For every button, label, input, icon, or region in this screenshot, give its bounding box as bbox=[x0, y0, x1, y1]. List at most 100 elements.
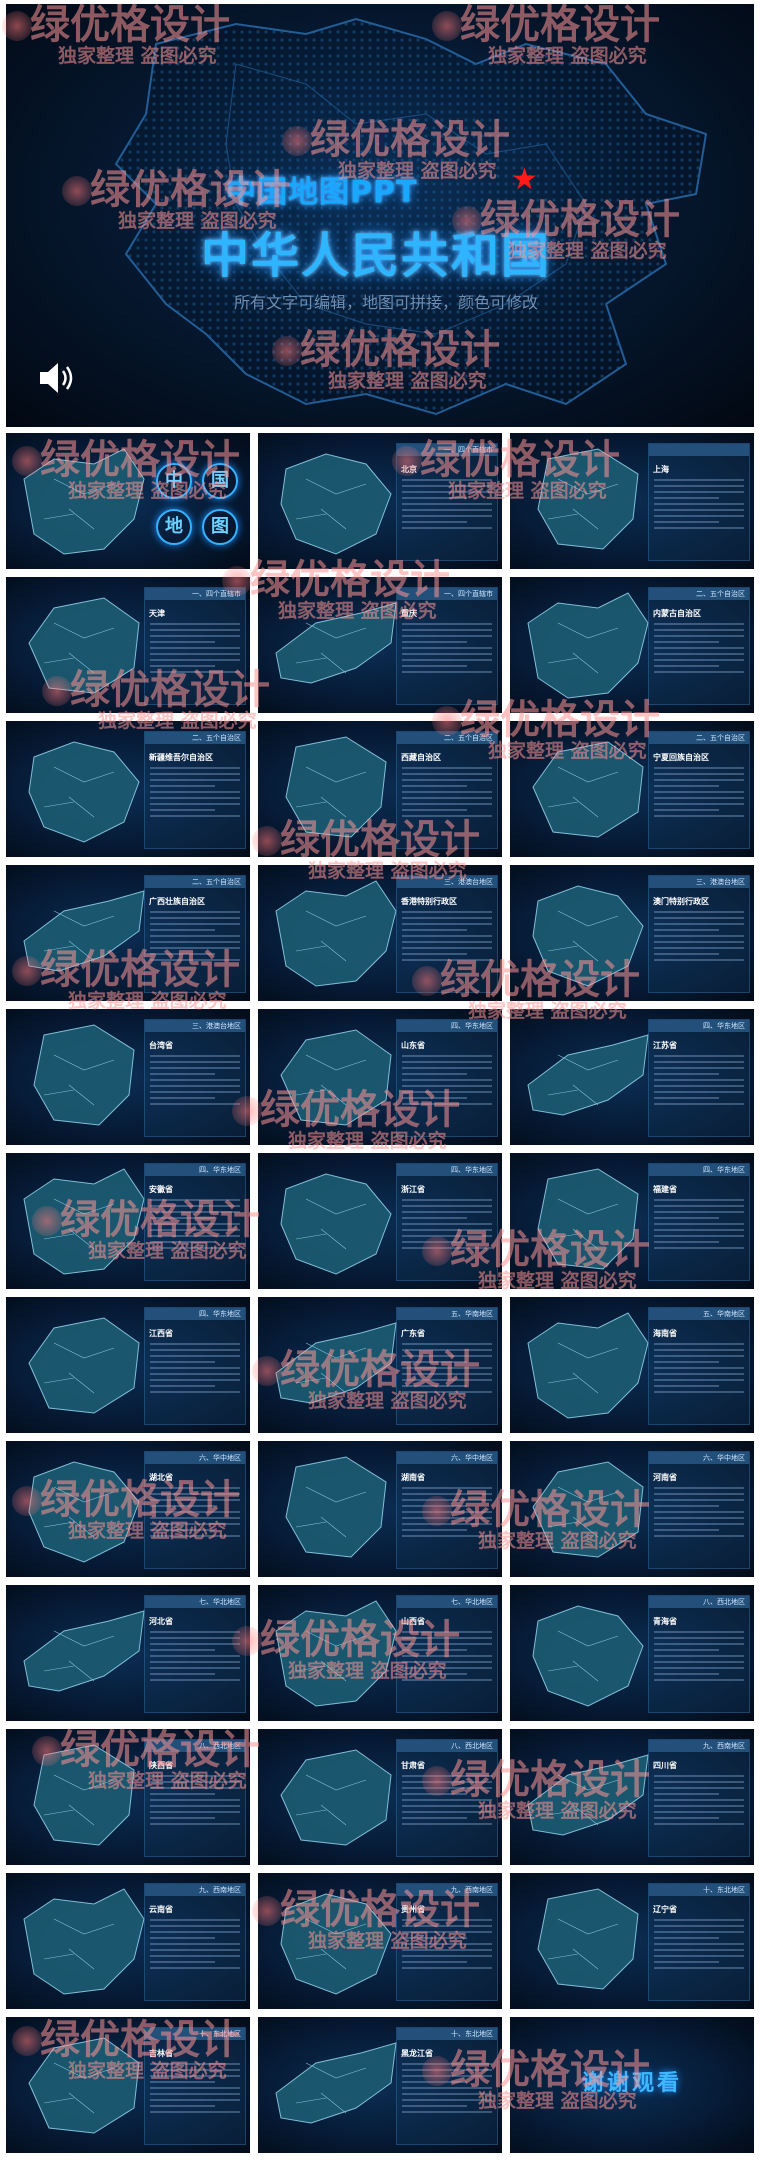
region-map bbox=[527, 592, 649, 699]
slide-thumbnail[interactable]: 一、四个直辖市 重庆 bbox=[258, 577, 502, 713]
text-line-placeholder bbox=[402, 1799, 492, 1801]
slide-thumbnail[interactable]: 八、西北地区 陕西省 bbox=[6, 1729, 250, 1865]
text-line-placeholder bbox=[402, 515, 492, 517]
text-line-placeholder bbox=[402, 1391, 492, 1393]
text-line-placeholder bbox=[402, 1361, 467, 1363]
region-map bbox=[527, 1034, 649, 1116]
slide-thumbnail[interactable]: 中国地图 bbox=[6, 433, 250, 569]
text-line-placeholder bbox=[150, 1679, 240, 1681]
text-line-placeholder bbox=[150, 1637, 240, 1639]
region-map bbox=[537, 448, 639, 550]
cover-char: 国 bbox=[202, 463, 238, 499]
text-line-placeholder bbox=[150, 1241, 215, 1243]
text-line-placeholder bbox=[654, 947, 744, 949]
slide-thumbnail[interactable]: 四、华东地区 浙江省 bbox=[258, 1153, 502, 1289]
region-info-panel: 五、华南地区 海南省 bbox=[648, 1307, 750, 1425]
slide-thumbnail[interactable]: 谢谢观看 bbox=[510, 2017, 754, 2153]
speaker-icon[interactable] bbox=[36, 359, 82, 397]
text-line-placeholder bbox=[402, 1499, 492, 1501]
slide-thumbnail[interactable]: 三、港澳台地区 台湾省 bbox=[6, 1009, 250, 1145]
text-line-placeholder bbox=[402, 641, 467, 643]
slide-thumbnail[interactable]: 四、华东地区 安徽省 bbox=[6, 1153, 250, 1289]
text-line-placeholder bbox=[402, 1787, 492, 1789]
panel-header: 四、华东地区 bbox=[145, 1308, 245, 1320]
slide-thumbnail[interactable]: 四、华东地区 江西省 bbox=[6, 1297, 250, 1433]
text-line-placeholder bbox=[150, 1079, 240, 1081]
text-line-placeholder bbox=[150, 1517, 240, 1519]
text-line-placeholder bbox=[150, 1061, 240, 1063]
text-line-placeholder bbox=[402, 1967, 492, 1969]
region-info-panel: 二、五个自治区 广西壮族自治区 bbox=[144, 875, 246, 993]
slide-thumbnail[interactable]: 上海 bbox=[510, 433, 754, 569]
slide-thumbnail[interactable]: 十、东北地区 辽宁省 bbox=[510, 1873, 754, 2009]
region-info-panel: 九、西南地区 贵州省 bbox=[396, 1883, 498, 2001]
slide-thumbnail[interactable]: 二、五个自治区 广西壮族自治区 bbox=[6, 865, 250, 1001]
text-line-placeholder bbox=[402, 1631, 492, 1633]
slide-thumbnail[interactable]: 八、西北地区 甘肃省 bbox=[258, 1729, 502, 1865]
slide-thumbnail[interactable]: 十、东北地区 吉林省 bbox=[6, 2017, 250, 2153]
slide-thumbnail[interactable]: 二、五个自治区 西藏自治区 bbox=[258, 721, 502, 857]
slide-thumbnail[interactable]: 四、华东地区 山东省 bbox=[258, 1009, 502, 1145]
text-line-placeholder bbox=[402, 1073, 467, 1075]
text-line-placeholder bbox=[402, 623, 492, 625]
text-line-placeholder bbox=[402, 1493, 492, 1495]
text-line-placeholder bbox=[654, 959, 744, 961]
text-line-placeholder bbox=[654, 491, 744, 493]
text-line-placeholder bbox=[402, 635, 492, 637]
text-line-placeholder bbox=[402, 1355, 492, 1357]
slide-thumbnail[interactable]: 二、五个自治区 新疆维吾尔自治区 bbox=[6, 721, 250, 857]
slide-thumbnail[interactable]: 二、五个自治区 内蒙古自治区 bbox=[510, 577, 754, 713]
region-info-panel: 三、港澳台地区 澳门特别行政区 bbox=[648, 875, 750, 993]
text-line-placeholder bbox=[402, 1349, 492, 1351]
text-line-placeholder bbox=[150, 2099, 240, 2101]
slide-thumbnail[interactable]: 八、西北地区 青海省 bbox=[510, 1585, 754, 1721]
text-line-placeholder bbox=[654, 1199, 744, 1201]
slide-thumbnail[interactable]: 四、华东地区 福建省 bbox=[510, 1153, 754, 1289]
text-line-placeholder bbox=[402, 1793, 467, 1795]
region-info-panel: 上海 bbox=[648, 443, 750, 561]
region-name: 湖北省 bbox=[149, 1473, 173, 1482]
text-line-placeholder bbox=[654, 767, 744, 769]
slide-thumbnail[interactable]: 三、港澳台地区 香港特别行政区 bbox=[258, 865, 502, 1001]
slide-thumbnail[interactable]: 六、华中地区 河南省 bbox=[510, 1441, 754, 1577]
region-map bbox=[33, 1744, 135, 1846]
slide-thumbnail[interactable]: 二、五个自治区 宁夏回族自治区 bbox=[510, 721, 754, 857]
text-line-placeholder bbox=[654, 1781, 744, 1783]
slide-thumbnail[interactable]: 九、西南地区 贵州省 bbox=[258, 1873, 502, 2009]
region-name: 陕西省 bbox=[149, 1761, 173, 1770]
text-line-placeholder bbox=[654, 515, 744, 517]
text-line-placeholder bbox=[654, 1631, 744, 1633]
slide-thumbnail[interactable]: 十、东北地区 黑龙江省 bbox=[258, 2017, 502, 2153]
slide-thumbnail[interactable]: 九、西南地区 云南省 bbox=[6, 1873, 250, 2009]
slide-thumbnail[interactable]: 五、华南地区 广东省 bbox=[258, 1297, 502, 1433]
text-line-placeholder bbox=[150, 1223, 240, 1225]
slide-thumbnail[interactable]: 六、华中地区 湖北省 bbox=[6, 1441, 250, 1577]
slide-thumbnail[interactable]: 一、四个直辖市 北京 bbox=[258, 433, 502, 569]
slide-thumbnail[interactable]: 一、四个直辖市 天津 bbox=[6, 577, 250, 713]
text-line-placeholder bbox=[150, 1817, 215, 1819]
text-line-placeholder bbox=[654, 647, 744, 649]
panel-header: 一、四个直辖市 bbox=[397, 588, 497, 600]
slide-thumbnail[interactable]: 七、华北地区 河北省 bbox=[6, 1585, 250, 1721]
text-line-placeholder bbox=[654, 923, 744, 925]
text-line-placeholder bbox=[150, 1811, 240, 1813]
region-info-panel: 十、东北地区 黑龙江省 bbox=[396, 2027, 498, 2145]
region-name: 山西省 bbox=[401, 1617, 425, 1626]
panel-header: 八、西北地区 bbox=[397, 1740, 497, 1752]
slide-thumbnail[interactable]: 三、港澳台地区 澳门特别行政区 bbox=[510, 865, 754, 1001]
slide-thumbnail[interactable]: 九、西南地区 四川省 bbox=[510, 1729, 754, 1865]
slide-thumbnail[interactable]: 六、华中地区 湖南省 bbox=[258, 1441, 502, 1577]
region-name: 江苏省 bbox=[653, 1041, 677, 1050]
slide-thumbnail[interactable]: 四、华东地区 江苏省 bbox=[510, 1009, 754, 1145]
hero-slide[interactable]: 中国地图PPT ★ 中华人民共和国 所有文字可编辑，地图可拼接，颜色可修改 bbox=[6, 4, 754, 427]
slide-thumbnail[interactable]: 七、华北地区 山西省 bbox=[258, 1585, 502, 1721]
region-info-panel: 六、华中地区 河南省 bbox=[648, 1451, 750, 1569]
text-line-placeholder bbox=[654, 1373, 744, 1375]
text-line-placeholder bbox=[654, 653, 744, 655]
text-line-placeholder bbox=[402, 1097, 467, 1099]
slide-thumbnail[interactable]: 五、华南地区 海南省 bbox=[510, 1297, 754, 1433]
text-line-placeholder bbox=[150, 1799, 240, 1801]
text-line-placeholder bbox=[150, 1361, 215, 1363]
text-line-placeholder bbox=[654, 503, 744, 505]
text-line-placeholder bbox=[654, 509, 744, 511]
